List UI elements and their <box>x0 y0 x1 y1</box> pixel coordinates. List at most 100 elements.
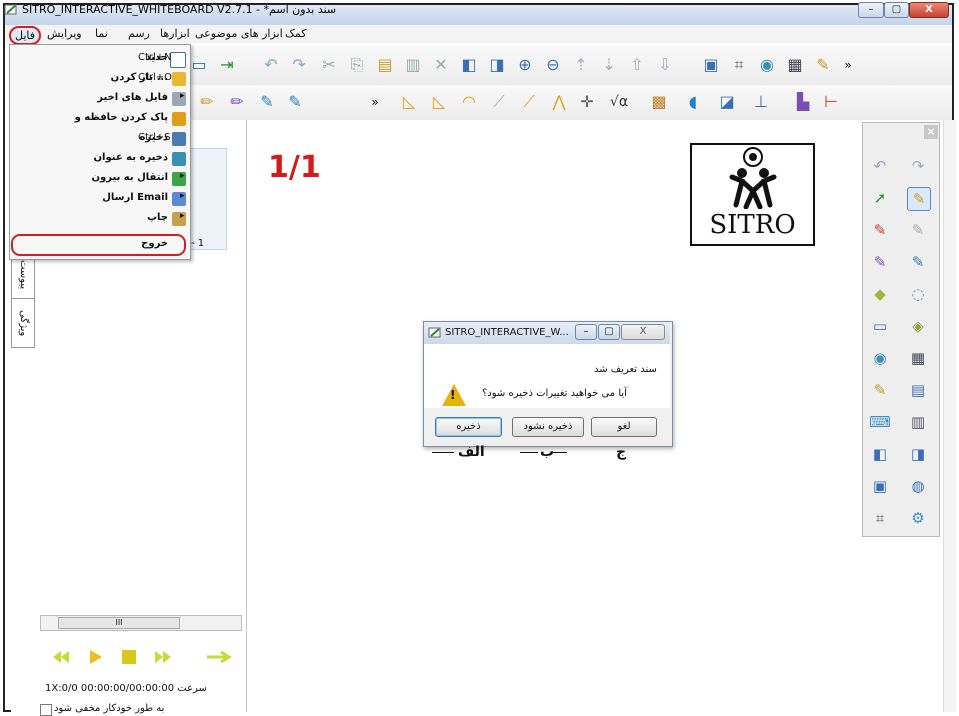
screen-capture-icon[interactable]: ⌗ <box>728 54 750 76</box>
compass-icon[interactable]: ⋀ <box>548 91 570 113</box>
menu-tools[interactable]: ابزارها <box>160 27 190 40</box>
palette-redo-icon[interactable]: ↷ <box>907 155 929 177</box>
cancel-button[interactable]: لغو <box>591 417 657 437</box>
menu-edit[interactable]: ویرایش <box>47 27 82 40</box>
zoom-in-icon[interactable]: ⊕ <box>514 54 536 76</box>
laser-icon[interactable]: ⟋ <box>488 91 510 113</box>
copy-icon[interactable]: ⎘ <box>346 54 368 76</box>
dialog-maximize-button[interactable]: ▢ <box>598 324 620 340</box>
formula-icon[interactable]: √α <box>604 91 634 113</box>
file-menu-email[interactable]: ارسال Email ▸ <box>20 189 190 209</box>
prev-page-icon[interactable]: ◧ <box>458 54 480 76</box>
gallery-icon[interactable]: ▙ <box>792 91 814 113</box>
menu-draw[interactable]: رسم <box>128 27 150 40</box>
file-menu-save[interactable]: ذخیره Ctrl+S <box>20 129 190 149</box>
graph-icon[interactable]: ⊢ <box>820 91 842 113</box>
dont-save-button[interactable]: ذخیره نشود <box>512 417 584 437</box>
paste-icon[interactable]: ▤ <box>374 54 396 76</box>
palette-settings-icon[interactable]: ⚙ <box>907 507 929 529</box>
highlighter-icon[interactable]: ✎ <box>284 91 306 113</box>
set-square-icon[interactable]: ◺ <box>428 91 450 113</box>
palette-camera-icon[interactable]: ◉ <box>869 347 891 369</box>
stop-icon[interactable] <box>119 647 139 667</box>
file-menu-recent[interactable]: فایل های اخیر ▸ <box>20 89 190 109</box>
redo-icon[interactable]: ↷ <box>288 54 310 76</box>
palette-laser-icon[interactable]: ✎ <box>907 219 929 241</box>
palette-keyboard-icon[interactable]: ⌨ <box>869 411 891 433</box>
pencil-icon[interactable]: ✏ <box>196 91 218 113</box>
tab-properties[interactable]: ویژگی <box>11 298 35 348</box>
palette-close-button[interactable]: × <box>924 125 938 139</box>
move-down-icon[interactable]: ⇣ <box>598 54 620 76</box>
protractor-icon[interactable]: ◠ <box>458 91 480 113</box>
rewind-icon[interactable] <box>51 647 71 667</box>
move-up-icon[interactable]: ⇡ <box>570 54 592 76</box>
palette-rectangle-icon[interactable]: ▭ <box>869 315 891 337</box>
file-menu-clear-memory[interactable]: پاک کردن حافظه و <box>20 109 190 129</box>
menu-subject-tools[interactable]: ابزار های موضوعی <box>195 27 283 40</box>
palette-next-page-icon[interactable]: ◨ <box>907 443 929 465</box>
dialog-minimize-button[interactable]: – <box>575 324 597 340</box>
zoom-out-icon[interactable]: ⊖ <box>542 54 564 76</box>
more-drawing-button[interactable]: » <box>364 91 386 113</box>
auto-hide-checkbox[interactable] <box>40 704 52 716</box>
palette-fill-icon[interactable]: ◈ <box>907 315 929 337</box>
canvas-vertical-scrollbar[interactable] <box>943 120 956 712</box>
file-menu-new[interactable]: جدید Ctrl+N <box>20 49 190 69</box>
menu-help[interactable]: کمک <box>285 27 306 40</box>
file-menu-print[interactable]: چاپ ▸ <box>20 209 190 229</box>
table-icon[interactable]: ▩ <box>648 91 670 113</box>
palette-capture-icon[interactable]: ⌗ <box>869 507 891 529</box>
palette-fullscreen-icon[interactable]: ▣ <box>869 475 891 497</box>
pen-tool-icon[interactable]: ✎ <box>812 54 834 76</box>
brush-icon[interactable]: ✎ <box>256 91 278 113</box>
file-menu-open[interactable]: باز کردن ... Ctrl+O <box>20 69 190 89</box>
palette-undo-icon[interactable]: ↶ <box>869 155 891 177</box>
fullscreen-icon[interactable]: ▣ <box>700 54 722 76</box>
delete-icon[interactable]: ✕ <box>430 54 452 76</box>
undo-icon[interactable]: ↶ <box>260 54 282 76</box>
palette-prev-page-icon[interactable]: ◧ <box>869 443 891 465</box>
palette-highlighter-icon[interactable]: ✎ <box>907 251 929 273</box>
palette-eraser-icon[interactable]: ◆ <box>869 283 891 305</box>
panel-scroll-thumb[interactable]: III <box>58 617 180 629</box>
fast-forward-icon[interactable] <box>153 647 173 667</box>
video-icon[interactable]: ▦ <box>784 54 806 76</box>
axis-icon[interactable]: ✛ <box>576 91 598 113</box>
speed-arrow-icon[interactable] <box>205 647 233 667</box>
palette-brush-icon[interactable]: ✎ <box>869 251 891 273</box>
bring-front-icon[interactable]: ⇧ <box>626 54 648 76</box>
maximize-button[interactable]: ▢ <box>884 2 909 18</box>
save-button[interactable]: ذخیره <box>435 417 502 437</box>
close-window-button[interactable]: X <box>909 2 949 18</box>
palette-magnifier-icon[interactable]: ◍ <box>907 475 929 497</box>
marker-icon[interactable]: ✏ <box>226 91 248 113</box>
file-menu-export[interactable]: انتقال به بیرون ▸ <box>20 169 190 189</box>
paste-special-icon[interactable]: ▥ <box>402 54 424 76</box>
next-page-icon[interactable]: ◨ <box>486 54 508 76</box>
palette-screen-icon[interactable]: ▥ <box>907 411 929 433</box>
palette-pointer-icon[interactable]: ✎ <box>869 379 891 401</box>
curtain-icon[interactable]: ⊥ <box>750 91 772 113</box>
palette-pen-icon[interactable]: ✎ <box>907 187 931 211</box>
send-back-icon[interactable]: ⇩ <box>654 54 676 76</box>
file-menu-save-as[interactable]: ذخیره به عنوان <box>20 149 190 169</box>
palette-lasso-icon[interactable]: ◌ <box>907 283 929 305</box>
shape-icon[interactable]: ◖ <box>682 91 704 113</box>
dialog-close-button[interactable]: X <box>621 324 665 340</box>
palette-monitor-icon[interactable]: ▤ <box>907 379 929 401</box>
import-icon[interactable]: ⇥ <box>216 54 238 76</box>
palette-marker-icon[interactable]: ✎ <box>869 219 891 241</box>
more-tools-button[interactable]: » <box>837 54 859 76</box>
play-icon[interactable] <box>85 647 105 667</box>
menu-view[interactable]: نما <box>95 27 108 40</box>
menu-file[interactable]: فایل <box>9 26 42 45</box>
triangle-ruler-icon[interactable]: ◺ <box>398 91 420 113</box>
cut-icon[interactable]: ✂ <box>318 54 340 76</box>
camera-icon[interactable]: ◉ <box>756 54 778 76</box>
palette-video-icon[interactable]: ▦ <box>907 347 929 369</box>
ruler-icon[interactable]: ⟋ <box>518 91 540 113</box>
minimize-button[interactable]: – <box>858 2 884 18</box>
screen-icon[interactable]: ▭ <box>188 54 210 76</box>
spotlight-icon[interactable]: ◪ <box>716 91 738 113</box>
